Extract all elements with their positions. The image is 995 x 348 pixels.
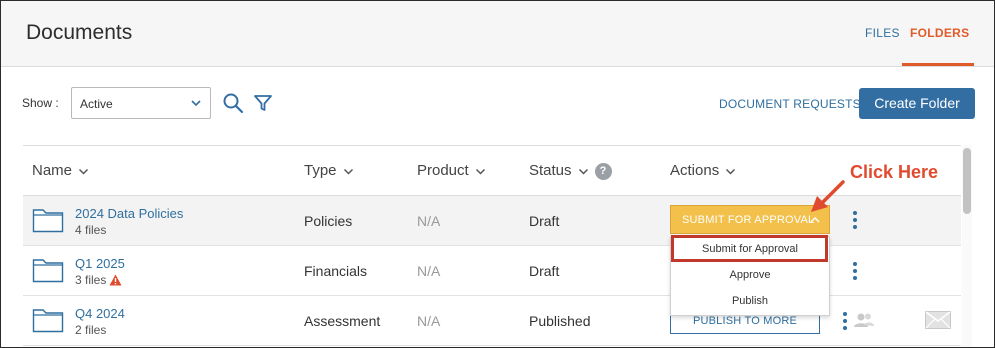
- arrow-icon: [807, 179, 847, 220]
- column-header-actions[interactable]: Actions: [670, 162, 736, 180]
- chevron-down-icon: [475, 163, 486, 180]
- file-count: 4 files: [75, 223, 107, 237]
- column-header-label: Product: [417, 162, 469, 179]
- folder-product: N/A: [417, 313, 441, 329]
- menu-item-publish[interactable]: Publish: [671, 295, 829, 307]
- users-icon[interactable]: [853, 312, 875, 333]
- column-header-status[interactable]: Status?: [529, 162, 612, 180]
- status-filter-value: Active: [80, 97, 113, 111]
- folder-product: N/A: [417, 263, 441, 279]
- document-requests-link[interactable]: DOCUMENT REQUESTS: [719, 97, 861, 111]
- column-header-type[interactable]: Type: [304, 162, 354, 180]
- column-header-product[interactable]: Product: [417, 162, 486, 180]
- page-header: Documents FILES FOLDERS: [1, 1, 994, 67]
- callout-label: Click Here: [850, 162, 939, 182]
- folder-icon: [32, 257, 64, 288]
- help-icon[interactable]: ?: [594, 162, 612, 180]
- tab-folders[interactable]: FOLDERS: [910, 26, 969, 40]
- action-button-label: SUBMIT FOR APPROVAL: [682, 214, 815, 226]
- folder-type: Policies: [304, 213, 353, 229]
- more-options-icon[interactable]: [852, 262, 858, 283]
- column-header-label: Name: [32, 162, 73, 179]
- page-title: Documents: [26, 21, 133, 44]
- column-header-label: Status: [529, 162, 572, 179]
- filter-icon[interactable]: [253, 93, 273, 118]
- folder-status: Published: [529, 313, 591, 329]
- highlight-box: [671, 235, 828, 262]
- envelope-icon[interactable]: [925, 311, 951, 334]
- folder-icon: [32, 307, 64, 338]
- more-options-icon[interactable]: [852, 211, 858, 232]
- more-options-icon[interactable]: [842, 312, 848, 333]
- search-icon[interactable]: [222, 92, 244, 119]
- folder-status: Draft: [529, 213, 560, 229]
- chevron-down-icon: [578, 163, 589, 180]
- folder-name-link[interactable]: Q4 2024: [75, 306, 125, 321]
- chevron-down-icon: [190, 96, 202, 114]
- folder-name-link[interactable]: 2024 Data Policies: [75, 206, 183, 221]
- warning-icon: [109, 274, 122, 289]
- folder-status: Draft: [529, 263, 560, 279]
- file-count: 3 files: [75, 273, 122, 289]
- column-header-label: Actions: [670, 162, 720, 179]
- menu-item-approve[interactable]: Approve: [671, 269, 829, 281]
- folder-product: N/A: [417, 213, 441, 229]
- tab-files[interactable]: FILES: [865, 26, 900, 40]
- status-filter-select[interactable]: Active: [71, 87, 211, 119]
- app-window: Documents FILES FOLDERS Show : Active DO…: [0, 0, 995, 348]
- folder-type: Assessment: [304, 313, 381, 329]
- column-header-label: Type: [304, 162, 337, 179]
- scrollbar-thumb[interactable]: [963, 148, 971, 214]
- create-folder-button[interactable]: Create Folder: [859, 88, 975, 119]
- file-count-text: 3 files: [75, 273, 107, 287]
- chevron-down-icon: [343, 163, 354, 180]
- show-label: Show :: [22, 96, 59, 110]
- folder-icon: [32, 207, 64, 238]
- chevron-down-icon: [725, 163, 736, 180]
- submit-for-approval-button[interactable]: SUBMIT FOR APPROVAL: [670, 205, 830, 234]
- chevron-down-icon: [78, 163, 89, 180]
- folder-name-link[interactable]: Q1 2025: [75, 256, 125, 271]
- file-count: 2 files: [75, 323, 107, 337]
- active-tab-indicator: [902, 63, 974, 66]
- column-header-name[interactable]: Name: [32, 162, 89, 180]
- folder-type: Financials: [304, 263, 368, 279]
